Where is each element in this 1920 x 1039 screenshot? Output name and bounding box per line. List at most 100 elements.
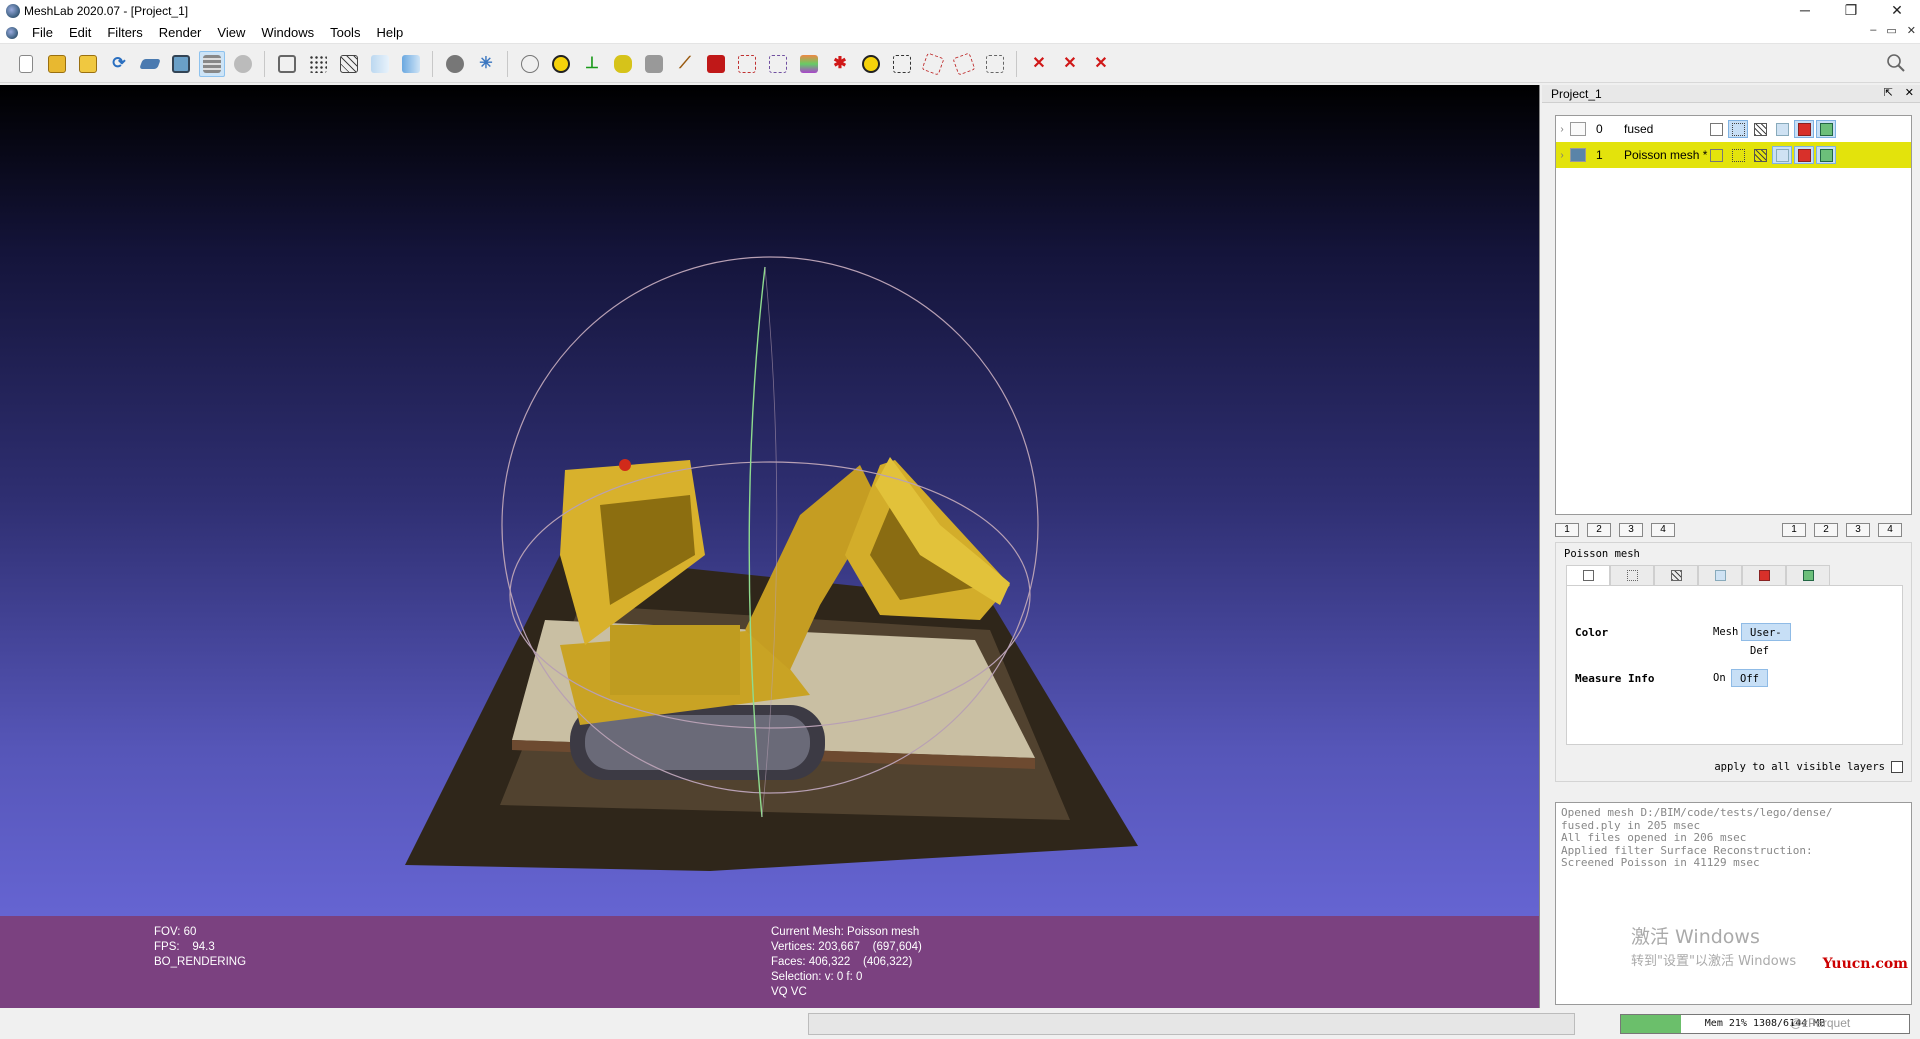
reload-icon[interactable]: ⟳ (106, 51, 132, 77)
page-button[interactable]: 3 (1619, 523, 1643, 537)
tab-wire-icon[interactable] (1654, 565, 1698, 585)
color-option-userdef[interactable]: User-Def (1741, 623, 1791, 657)
minimize-button[interactable]: ─ (1782, 0, 1828, 22)
select-connected-icon[interactable] (920, 51, 946, 77)
brush-icon[interactable]: ⟋ (672, 51, 698, 77)
render-mode-icon[interactable] (442, 51, 468, 77)
page-button[interactable]: 2 (1587, 523, 1611, 537)
measure-option-on[interactable]: On (1705, 669, 1734, 687)
mdi-minimize-button[interactable]: – (1870, 24, 1876, 37)
new-project-icon[interactable] (13, 51, 39, 77)
color-render-icon[interactable] (1794, 120, 1814, 138)
light-icon[interactable]: ✳ (473, 51, 499, 77)
tab-color-icon[interactable] (1742, 565, 1786, 585)
menu-tools[interactable]: Tools (322, 25, 368, 40)
activation-watermark-sub: 转到"设置"以激活 Windows (1631, 954, 1797, 969)
tab-points-icon[interactable] (1610, 565, 1654, 585)
page-button[interactable]: 1 (1555, 523, 1579, 537)
delete-all-icon[interactable]: ✕ (1088, 51, 1114, 77)
points-render-icon[interactable] (1728, 146, 1748, 164)
apply-all-checkbox[interactable] (1891, 761, 1903, 773)
layers-icon[interactable] (199, 50, 225, 77)
mdi-restore-button[interactable]: ▭ (1886, 24, 1896, 37)
wire-render-icon[interactable] (1750, 120, 1770, 138)
georef-icon[interactable]: ✱ (827, 51, 853, 77)
select-rect-icon[interactable] (889, 51, 915, 77)
points-render-icon[interactable] (1728, 120, 1748, 138)
info-overlay: FOV: 60 FPS: 94.3 BO_RENDERING Current M… (0, 916, 1539, 1008)
smooth-shading-icon[interactable] (398, 51, 424, 77)
align-icon[interactable] (982, 51, 1008, 77)
menu-file[interactable]: File (24, 25, 61, 40)
visibility-eye-icon[interactable] (1570, 122, 1586, 136)
import-mesh-icon[interactable] (137, 51, 163, 77)
bbox-render-icon[interactable] (1706, 146, 1726, 164)
status-bar: Mem 21% 1308/6144 MB @zParquet (0, 1010, 1920, 1039)
toolbar: ⟳ ✳ ⊥ ⟋ ✱ ✕ ✕ ✕ (0, 45, 1920, 83)
tab-flat-icon[interactable] (1698, 565, 1742, 585)
georef-color-icon[interactable] (796, 51, 822, 77)
trackball-icon[interactable] (517, 51, 543, 77)
annotate-icon[interactable] (548, 51, 574, 77)
flat-render-icon[interactable] (1772, 146, 1792, 164)
3d-viewport[interactable]: FOV: 60 FPS: 94.3 BO_RENDERING Current M… (0, 85, 1540, 1008)
texture-render-icon[interactable] (1816, 146, 1836, 164)
layer-row-selected[interactable]: › 1 Poisson mesh * (1556, 142, 1911, 168)
color-label: Color (1575, 626, 1609, 639)
p-tool-icon[interactable] (703, 51, 729, 77)
texture-render-icon[interactable] (1816, 120, 1836, 138)
menu-render[interactable]: Render (151, 25, 210, 40)
page-button[interactable]: 3 (1846, 523, 1870, 537)
apply-all-row: apply to all visible layers (1714, 761, 1903, 773)
document-icon[interactable] (6, 26, 18, 39)
page-button[interactable]: 2 (1814, 523, 1838, 537)
camera-icon[interactable] (641, 51, 667, 77)
flat-shading-icon[interactable] (367, 51, 393, 77)
raster-icon[interactable] (230, 51, 256, 77)
expand-arrow-icon[interactable]: › (1556, 124, 1568, 135)
snapshot-icon[interactable] (168, 51, 194, 77)
save-project-icon[interactable] (75, 51, 101, 77)
red-marker (619, 459, 631, 471)
points-icon[interactable] (305, 51, 331, 77)
axis-icon[interactable]: ⊥ (579, 51, 605, 77)
flat-render-icon[interactable] (1772, 120, 1792, 138)
page-button[interactable]: 4 (1878, 523, 1902, 537)
bounding-box-icon[interactable] (274, 51, 300, 77)
visibility-eye-icon[interactable] (1570, 148, 1586, 162)
layer-row[interactable]: › 0 fused (1556, 116, 1911, 142)
search-icon[interactable] (1886, 53, 1906, 73)
tab-bbox-icon[interactable] (1566, 565, 1610, 585)
maximize-button[interactable]: ❐ (1828, 0, 1874, 22)
select-paint-icon[interactable] (951, 51, 977, 77)
paint-bucket-icon[interactable] (610, 51, 636, 77)
close-button[interactable]: ✕ (1874, 0, 1920, 22)
menu-windows[interactable]: Windows (253, 25, 322, 40)
menu-filters[interactable]: Filters (99, 25, 150, 40)
page-button[interactable]: 4 (1651, 523, 1675, 537)
panel-float-button[interactable]: ⇱ (1884, 86, 1893, 99)
select-vertex-icon[interactable] (734, 51, 760, 77)
dozer-engine (610, 625, 740, 695)
expand-arrow-icon[interactable]: › (1556, 150, 1568, 161)
panel-close-button[interactable]: ✕ (1905, 86, 1914, 99)
menu-edit[interactable]: Edit (61, 25, 99, 40)
delete-vertex-icon[interactable]: ✕ (1057, 51, 1083, 77)
select-face-icon[interactable] (765, 51, 791, 77)
color-render-icon[interactable] (1794, 146, 1814, 164)
menu-view[interactable]: View (209, 25, 253, 40)
tab-texture-icon[interactable] (1786, 565, 1830, 585)
fps-readout: FPS: 94.3 (154, 941, 215, 953)
fov-readout: FOV: 60 (154, 926, 197, 938)
log-window: Opened mesh D:/BIM/code/tests/lego/dense… (1555, 802, 1912, 1005)
info-icon[interactable] (858, 51, 884, 77)
measure-option-off[interactable]: Off (1731, 669, 1768, 687)
wireframe-icon[interactable] (336, 51, 362, 77)
bbox-render-icon[interactable] (1706, 120, 1726, 138)
wire-render-icon[interactable] (1750, 146, 1770, 164)
delete-face-icon[interactable]: ✕ (1026, 51, 1052, 77)
mdi-close-button[interactable]: ✕ (1907, 24, 1916, 37)
page-button[interactable]: 1 (1782, 523, 1806, 537)
menu-help[interactable]: Help (368, 25, 411, 40)
open-project-icon[interactable] (44, 51, 70, 77)
